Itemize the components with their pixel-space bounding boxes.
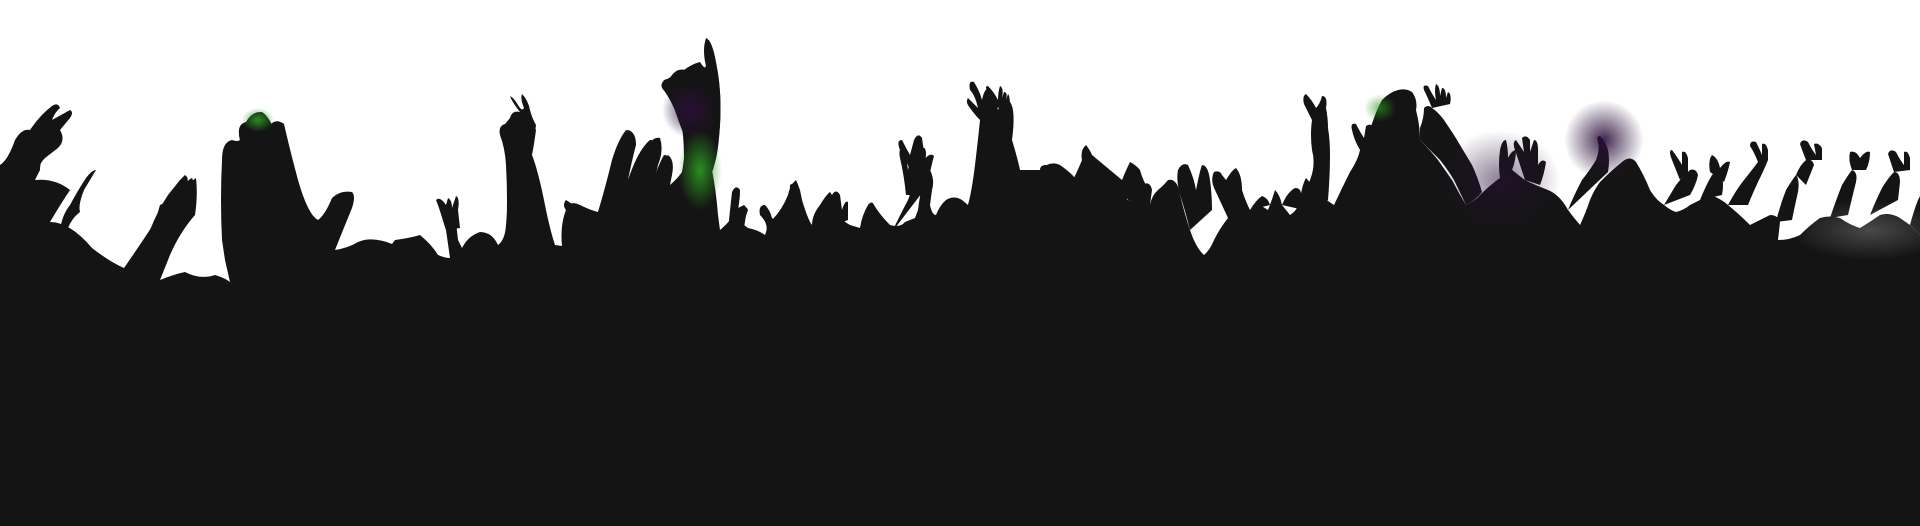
crowd-silhouette-image [0,0,1920,526]
crowd-silhouette-svg [0,0,1920,526]
